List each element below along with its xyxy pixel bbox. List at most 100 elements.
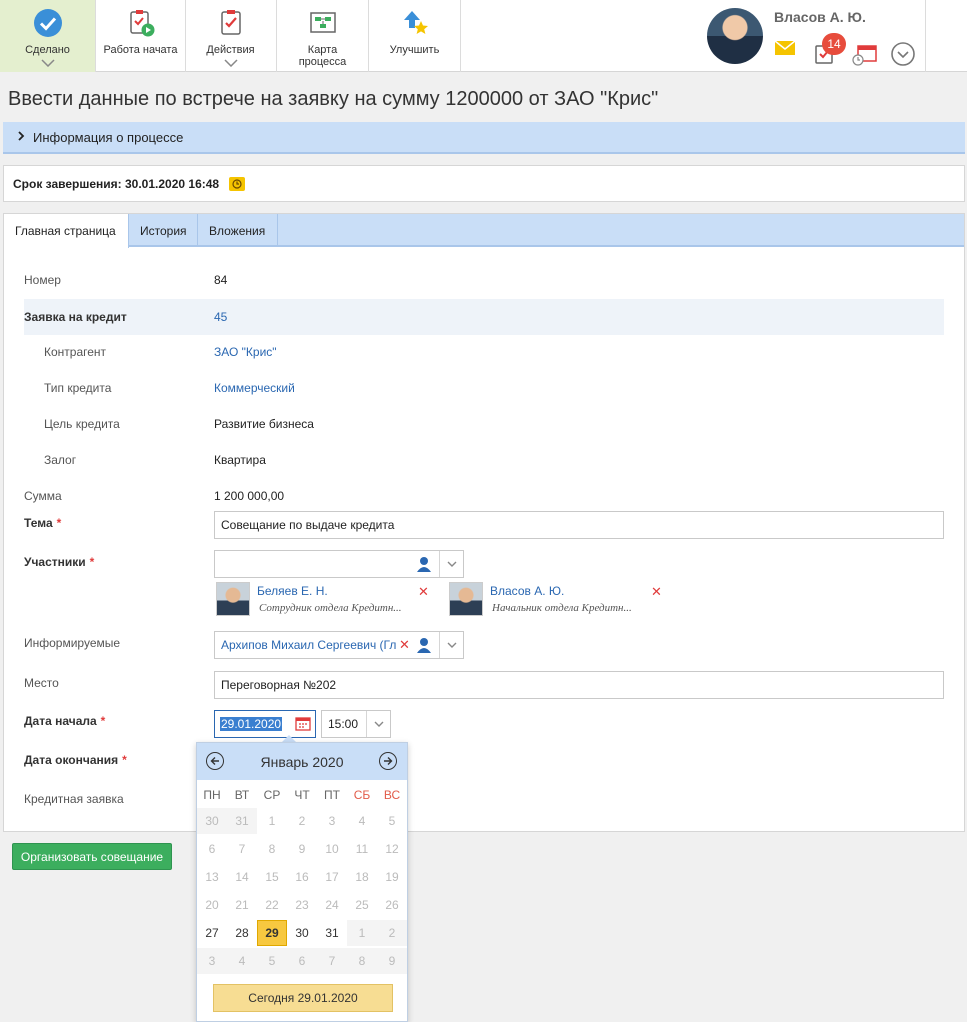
done-label: Сделано	[25, 44, 70, 56]
counterparty-link[interactable]: ЗАО "Крис"	[214, 345, 277, 359]
place-input[interactable]: Переговорная №202	[214, 671, 944, 699]
calendar-day[interactable]: 5	[377, 808, 407, 834]
improve-button[interactable]: Улучшить	[369, 0, 460, 72]
calendar-day[interactable]: 29	[257, 920, 287, 946]
calendar-day[interactable]: 7	[317, 948, 347, 974]
calendar-day[interactable]: 4	[227, 948, 257, 974]
process-map-button[interactable]: Карта процесса	[277, 0, 368, 72]
calendar-day[interactable]: 31	[317, 920, 347, 946]
calendar-day[interactable]: 3	[197, 948, 227, 974]
collateral-label: Залог	[44, 453, 77, 467]
credit-type-link[interactable]: Коммерческий	[214, 381, 295, 395]
remove-participant-icon[interactable]: ✕	[418, 584, 429, 600]
participant-card: Беляев Е. Н. Сотрудник отдела Кредитн...…	[216, 582, 431, 618]
calendar-clock-icon[interactable]	[852, 44, 878, 69]
tab-attachments[interactable]: Вложения	[198, 214, 278, 247]
participant-card: Власов А. Ю. Начальник отдела Кредитн...…	[449, 582, 669, 618]
calendar-day[interactable]: 9	[377, 948, 407, 974]
chevron-down-icon[interactable]	[366, 711, 390, 737]
calendar-day[interactable]: 15	[257, 864, 287, 890]
credit-goal-label: Цель кредита	[44, 417, 120, 431]
calendar-day[interactable]: 9	[287, 836, 317, 862]
participants-label-text: Участники	[24, 555, 86, 569]
sum-value: 1 200 000,00	[214, 489, 285, 503]
credit-type-label: Тип кредита	[44, 381, 112, 395]
deadline-bar: Срок завершения: 30.01.2020 16:48	[3, 165, 965, 202]
next-month-icon[interactable]	[379, 752, 397, 770]
prev-month-icon[interactable]	[206, 752, 224, 770]
number-row: Номер 84	[24, 262, 944, 298]
topic-input[interactable]: Совещание по выдаче кредита	[214, 511, 944, 539]
informed-person-link[interactable]: Архипов Михаил Сергеевич (Гл	[221, 638, 399, 652]
calendar-day[interactable]: 17	[317, 864, 347, 890]
calendar-day[interactable]: 19	[377, 864, 407, 890]
calendar-day[interactable]: 26	[377, 892, 407, 918]
calendar-day[interactable]: 2	[377, 920, 407, 946]
calendar-day[interactable]: 12	[377, 836, 407, 862]
calendar-day[interactable]: 4	[347, 808, 377, 834]
number-label: Номер	[24, 273, 61, 287]
work-started-button[interactable]: Работа начата	[96, 0, 185, 72]
done-button[interactable]: Сделано	[0, 0, 95, 72]
calendar-day[interactable]: 13	[197, 864, 227, 890]
credit-app-link[interactable]: 45	[214, 310, 227, 324]
calendar-day[interactable]: 1	[347, 920, 377, 946]
end-date-label: Дата окончания *	[24, 753, 127, 767]
actions-label: Действия	[206, 44, 255, 56]
person-icon[interactable]	[411, 632, 437, 658]
process-info-section[interactable]: Информация о процессе	[3, 122, 965, 154]
participant-name-link[interactable]: Власов А. Ю.	[490, 584, 564, 598]
calendar-day[interactable]: 21	[227, 892, 257, 918]
user-name[interactable]: Власов А. Ю.	[774, 9, 866, 25]
chevron-down-circle-icon[interactable]	[890, 41, 916, 70]
remove-informed-icon[interactable]: ✕	[399, 637, 410, 653]
calendar-day[interactable]: 5	[257, 948, 287, 974]
informed-input[interactable]: Архипов Михаил Сергеевич (Гл ✕	[214, 631, 464, 659]
calendar-day[interactable]: 25	[347, 892, 377, 918]
calendar-month-title[interactable]: Январь 2020	[260, 754, 343, 770]
calendar-day[interactable]: 23	[287, 892, 317, 918]
today-button[interactable]: Сегодня 29.01.2020	[213, 984, 393, 1012]
start-time-input[interactable]: 15:00	[321, 710, 391, 738]
calendar-day[interactable]: 6	[197, 836, 227, 862]
chevron-down-icon[interactable]	[439, 551, 463, 577]
calendar-day[interactable]: 2	[287, 808, 317, 834]
calendar-day[interactable]: 7	[227, 836, 257, 862]
clock-icon[interactable]	[229, 176, 246, 191]
tab-history[interactable]: История	[129, 214, 198, 247]
person-icon[interactable]	[411, 551, 437, 577]
remove-participant-icon[interactable]: ✕	[651, 584, 662, 600]
actions-button[interactable]: Действия	[186, 0, 275, 72]
calendar-day[interactable]: 10	[317, 836, 347, 862]
calendar-day[interactable]: 22	[257, 892, 287, 918]
tab-main[interactable]: Главная страница	[4, 214, 129, 248]
calendar-day[interactable]: 28	[227, 920, 257, 946]
calendar-day[interactable]: 6	[287, 948, 317, 974]
start-date-input[interactable]: 29.01.2020	[214, 710, 316, 738]
organize-meeting-button[interactable]: Организовать совещание	[12, 843, 172, 870]
calendar-day[interactable]: 8	[347, 948, 377, 974]
calendar-day[interactable]: 11	[347, 836, 377, 862]
calendar-day[interactable]: 1	[257, 808, 287, 834]
calendar-day[interactable]: 30	[287, 920, 317, 946]
calendar-day[interactable]: 14	[227, 864, 257, 890]
participant-position: Начальник отдела Кредитн...	[492, 602, 632, 614]
calendar-day[interactable]: 31	[227, 808, 257, 834]
credit-app-row: Заявка на кредит 45	[24, 299, 944, 335]
calendar-day[interactable]: 27	[197, 920, 227, 946]
calendar-icon[interactable]	[293, 715, 313, 733]
calendar-day[interactable]: 18	[347, 864, 377, 890]
calendar-day[interactable]: 24	[317, 892, 347, 918]
calendar-day[interactable]: 20	[197, 892, 227, 918]
tasks-count-badge[interactable]: 14	[822, 33, 846, 55]
participants-input[interactable]	[214, 550, 464, 578]
required-marker: *	[100, 714, 106, 728]
avatar[interactable]	[707, 8, 763, 64]
calendar-day[interactable]: 16	[287, 864, 317, 890]
calendar-day[interactable]: 30	[197, 808, 227, 834]
mail-icon[interactable]	[774, 40, 796, 59]
chevron-down-icon[interactable]	[439, 632, 463, 658]
calendar-day[interactable]: 8	[257, 836, 287, 862]
calendar-day[interactable]: 3	[317, 808, 347, 834]
participant-name-link[interactable]: Беляев Е. Н.	[257, 584, 328, 598]
